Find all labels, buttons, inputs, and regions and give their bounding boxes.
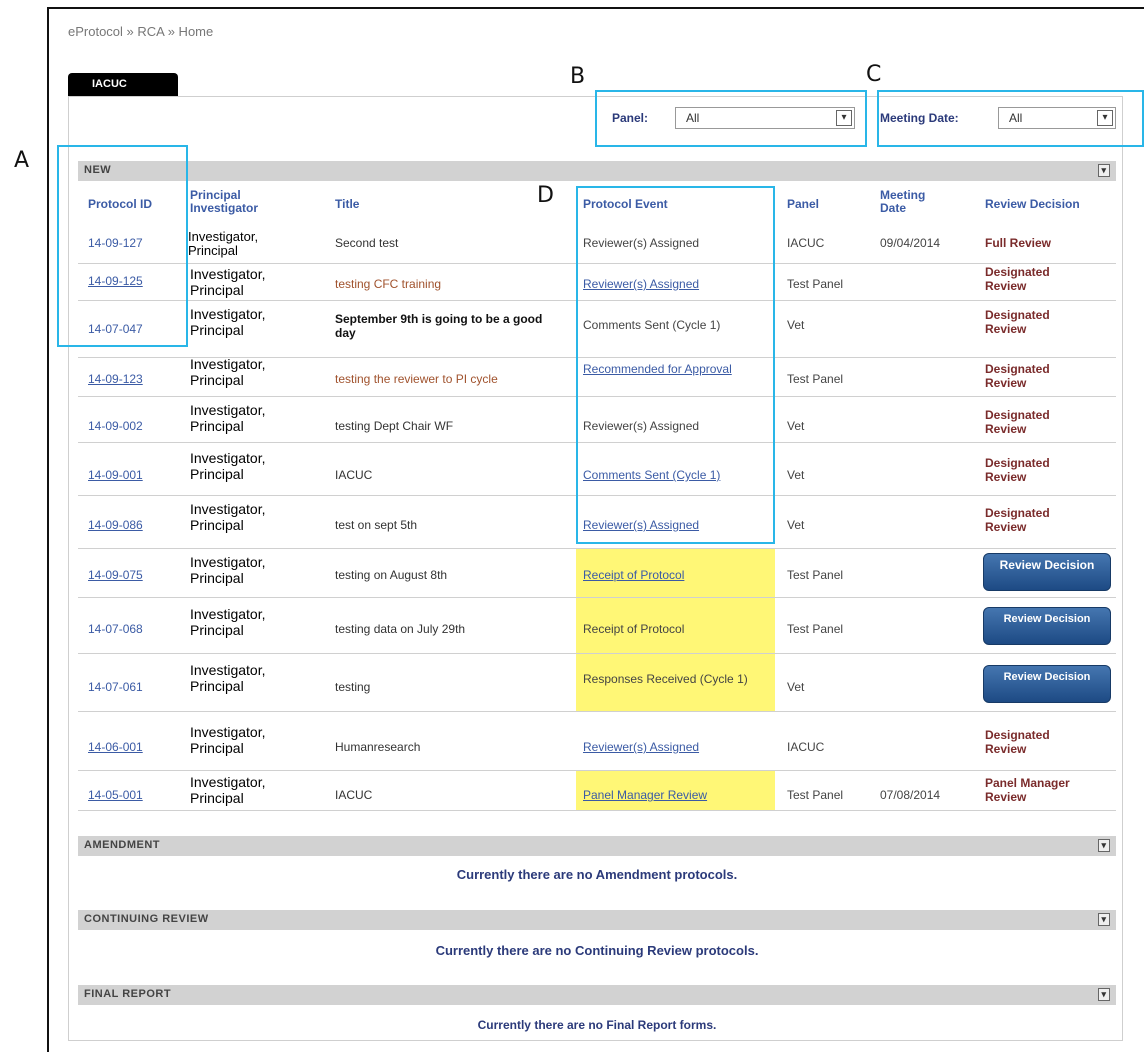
principal-investigator: Investigator, Principal (190, 450, 266, 482)
principal-investigator: Investigator, Principal (190, 554, 266, 586)
protocol-title: testing CFC training (335, 277, 442, 291)
collapse-icon[interactable]: ▾ (1098, 913, 1110, 926)
row-divider (78, 810, 1116, 811)
principal-investigator: Investigator, Principal (190, 306, 266, 338)
panel-name: Test Panel (787, 622, 844, 636)
panel-name: Test Panel (787, 372, 844, 386)
tab-iacuc[interactable]: IACUC (68, 73, 178, 97)
review-decision: Full Review (985, 236, 1052, 250)
protocol-id[interactable]: 14-07-061 (88, 680, 143, 694)
review-decision: Designated Review (985, 506, 1050, 534)
protocol-event[interactable]: Receipt of Protocol (583, 568, 684, 582)
section-final-report-header[interactable]: FINAL REPORT ▾ (78, 985, 1116, 1005)
panel-name: IACUC (787, 236, 825, 250)
protocol-id[interactable]: 14-05-001 (88, 788, 143, 802)
collapse-icon[interactable]: ▾ (1098, 988, 1110, 1001)
protocol-event[interactable]: Panel Manager Review (583, 788, 707, 802)
protocol-title: testing Dept Chair WF (335, 419, 454, 433)
principal-investigator: Investigator, Principal (190, 266, 266, 298)
protocol-title: testing on August 8th (335, 568, 448, 582)
protocol-title: testing (335, 680, 371, 694)
protocol-title: test on sept 5th (335, 518, 418, 532)
section-continuing-review-header[interactable]: CONTINUING REVIEW ▾ (78, 910, 1116, 930)
protocol-event[interactable]: Receipt of Protocol (583, 622, 684, 636)
panel-name: Vet (787, 518, 805, 532)
row-divider (78, 711, 1116, 712)
principal-investigator: Investigator, Principal (190, 724, 266, 756)
principal-investigator: Investigator, Principal (190, 774, 266, 806)
annotation-b: B (570, 64, 586, 89)
protocol-id[interactable]: 14-06-001 (88, 740, 143, 754)
section-final-report-title: FINAL REPORT (84, 988, 172, 1000)
final-report-empty-message: Currently there are no Final Report form… (477, 1018, 717, 1032)
review-decision: Designated Review (985, 408, 1050, 436)
section-continuing-review-title: CONTINUING REVIEW (84, 913, 209, 925)
protocol-title: Second test (335, 236, 399, 250)
review-decision-button[interactable]: Review Decision (983, 665, 1111, 703)
protocol-title: testing the reviewer to PI cycle (335, 372, 498, 386)
principal-investigator: Investigator, Principal (190, 606, 266, 638)
meeting-date: 07/08/2014 (880, 788, 941, 802)
section-amendment-title: AMENDMENT (84, 839, 160, 851)
principal-investigator: Investigator, Principal (190, 662, 266, 694)
protocol-title: testing data on July 29th (335, 622, 466, 636)
continuing-review-empty-message: Currently there are no Continuing Review… (435, 943, 759, 958)
row-divider (78, 597, 1116, 598)
col-header-panel[interactable]: Panel (787, 198, 819, 211)
review-decision: Designated Review (985, 265, 1050, 293)
collapse-icon[interactable]: ▾ (1098, 164, 1110, 177)
panel-name: IACUC (787, 740, 825, 754)
protocol-id[interactable]: 14-07-068 (88, 622, 143, 636)
panel-name: Test Panel (787, 277, 844, 291)
protocol-id[interactable]: 14-09-123 (88, 372, 143, 386)
protocol-title: IACUC (335, 788, 373, 802)
panel-name: Test Panel (787, 568, 844, 582)
annotation-a: A (14, 148, 30, 173)
col-header-pi[interactable]: Principal Investigator (190, 189, 300, 215)
protocol-title: September 9th is going to be a good day (335, 312, 543, 340)
row-divider (78, 770, 1116, 771)
section-amendment-header[interactable]: AMENDMENT ▾ (78, 836, 1116, 856)
principal-investigator: Investigator, Principal (188, 229, 259, 258)
annotation-box-c (877, 90, 1144, 147)
review-decision: Designated Review (985, 308, 1050, 336)
principal-investigator: Investigator, Principal (190, 501, 266, 533)
review-decision-button[interactable]: Review Decision (983, 607, 1111, 645)
review-decision: Panel Manager Review (985, 776, 1070, 804)
col-header-title[interactable]: Title (335, 198, 359, 211)
col-header-review-decision[interactable]: Review Decision (985, 198, 1080, 211)
breadcrumb[interactable]: eProtocol » RCA » Home (68, 24, 213, 39)
annotation-box-a (57, 145, 188, 347)
annotation-box-d (576, 186, 775, 544)
panel-name: Test Panel (787, 788, 844, 802)
review-decision: Designated Review (985, 456, 1050, 484)
section-new-header[interactable]: NEW ▾ (78, 161, 1116, 181)
row-divider (78, 548, 1116, 549)
panel-name: Vet (787, 318, 805, 332)
protocol-id[interactable]: 14-09-086 (88, 518, 143, 532)
protocol-id[interactable]: 14-09-001 (88, 468, 143, 482)
review-decision-button[interactable]: Review Decision (983, 553, 1111, 591)
review-decision: Designated Review (985, 362, 1050, 390)
protocol-title: IACUC (335, 468, 373, 482)
row-divider (78, 653, 1116, 654)
protocol-event[interactable]: Responses Received (Cycle 1) (583, 672, 753, 686)
collapse-icon[interactable]: ▾ (1098, 839, 1110, 852)
panel-name: Vet (787, 419, 805, 433)
amendment-empty-message: Currently there are no Amendment protoco… (456, 867, 738, 882)
protocol-event[interactable]: Reviewer(s) Assigned (583, 740, 699, 754)
meeting-date: 09/04/2014 (880, 236, 941, 250)
protocol-title: Humanresearch (335, 740, 421, 754)
protocol-id[interactable]: 14-09-002 (88, 419, 143, 433)
principal-investigator: Investigator, Principal (190, 356, 266, 388)
annotation-c: C (866, 62, 882, 87)
col-header-meeting-date[interactable]: Meeting Date (880, 189, 940, 215)
review-decision: Designated Review (985, 728, 1050, 756)
panel-name: Vet (787, 468, 805, 482)
annotation-box-b (595, 90, 867, 147)
principal-investigator: Investigator, Principal (190, 402, 266, 434)
protocol-id[interactable]: 14-09-075 (88, 568, 143, 582)
panel-name: Vet (787, 680, 805, 694)
